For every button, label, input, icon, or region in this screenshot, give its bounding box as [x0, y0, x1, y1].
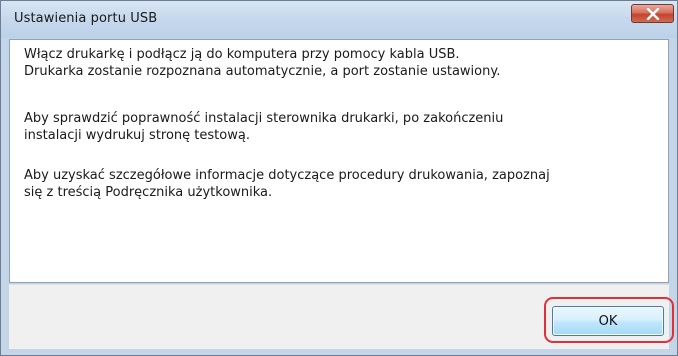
message-line: Drukarka zostanie rozpoznana automatyczn… — [24, 64, 501, 79]
message-line: Włącz drukarkę i podłącz ją do komputera… — [24, 47, 460, 62]
ok-button[interactable]: OK — [552, 306, 664, 336]
message-line: Aby uzyskać szczegółowe informacje dotyc… — [24, 168, 550, 183]
close-icon — [646, 8, 660, 20]
message-line: Aby sprawdzić poprawność instalacji ster… — [24, 111, 504, 126]
message-line: się z treścią Podręcznika użytkownika. — [24, 185, 273, 200]
message-paragraph-2: Aby sprawdzić poprawność instalacji ster… — [24, 110, 644, 144]
message-paragraph-1: Włącz drukarkę i podłącz ją do komputera… — [24, 46, 644, 80]
message-line: instalacji wydrukuj stronę testową. — [24, 128, 250, 143]
dialog-window: Ustawienia portu USB Włącz drukarkę i po… — [0, 0, 678, 356]
message-paragraph-3: Aby uzyskać szczegółowe informacje dotyc… — [24, 167, 644, 201]
title-bar[interactable]: Ustawienia portu USB — [1, 1, 677, 38]
window-title: Ustawienia portu USB — [14, 11, 158, 26]
close-button[interactable] — [631, 4, 674, 23]
